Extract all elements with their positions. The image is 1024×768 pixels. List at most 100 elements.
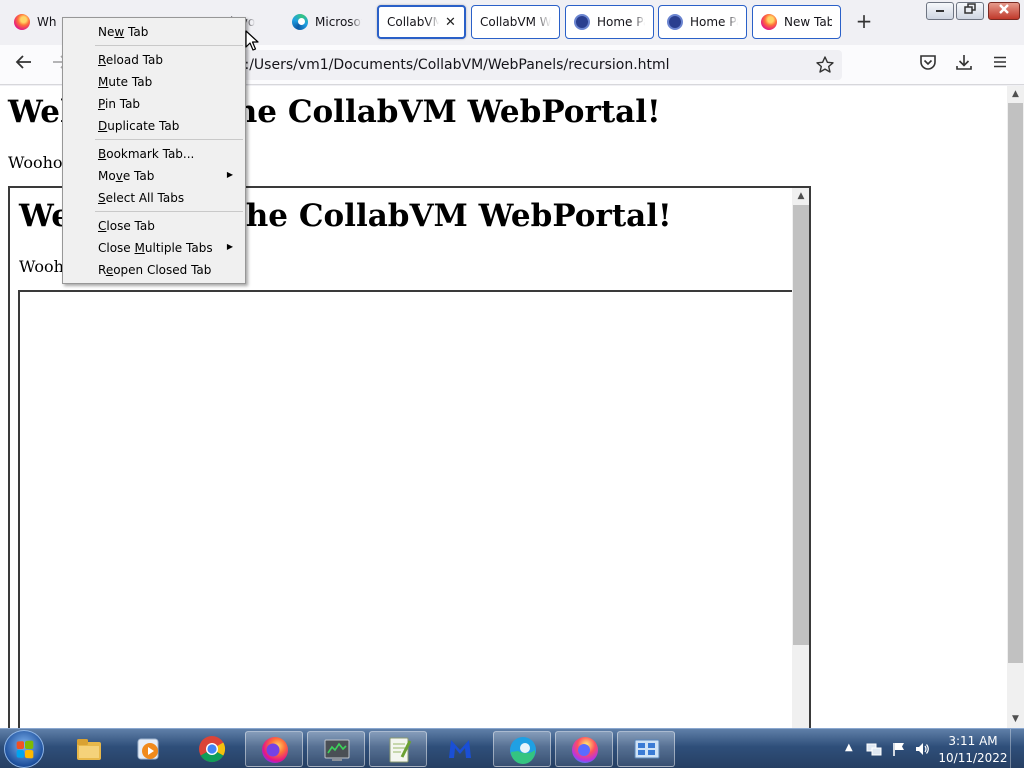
- taskbar-notepad-plus[interactable]: [369, 731, 427, 767]
- tab-label: Home Pa: [597, 15, 645, 29]
- menu-item-label: Move Tab: [98, 169, 155, 183]
- tab-context-menu: New Tab Reload Tab Mute Tab Pin Tab Dupl…: [62, 17, 246, 284]
- clock-date[interactable]: 10/11/2022: [933, 751, 1013, 765]
- scroll-up-arrow-icon[interactable]: ▲: [792, 188, 809, 205]
- url-text: /C:/Users/vm1/Documents/CollabVM/WebPane…: [230, 57, 670, 73]
- scroll-up-arrow-icon[interactable]: ▲: [1007, 86, 1024, 103]
- download-icon: [956, 55, 972, 70]
- menu-item-label: Duplicate Tab: [98, 119, 180, 133]
- show-desktop-button[interactable]: [1010, 729, 1024, 768]
- menu-item-label: Pin Tab: [98, 97, 141, 111]
- pbs-icon: [667, 14, 683, 30]
- menu-item-label: New Tab: [98, 25, 149, 39]
- mouse-cursor-icon: [245, 30, 259, 51]
- restore-button[interactable]: [956, 2, 984, 20]
- menu-item-bookmark-tab[interactable]: Bookmark Tab...: [65, 143, 243, 165]
- menu-item-select-all-tabs[interactable]: Select All Tabs: [65, 187, 243, 209]
- menu-item-label: Bookmark Tab...: [98, 147, 195, 161]
- back-button[interactable]: [12, 53, 36, 77]
- taskbar-chrome[interactable]: [183, 731, 241, 767]
- control-panel-icon: [634, 739, 660, 759]
- taskbar-media-player[interactable]: [120, 731, 178, 767]
- submenu-arrow-icon: ▶: [226, 170, 233, 179]
- firefox-icon: [262, 737, 288, 763]
- restore-icon: [964, 3, 976, 14]
- folder-icon: [77, 739, 101, 760]
- show-hidden-icons-button[interactable]: ▲: [845, 742, 853, 753]
- new-tab-button[interactable]: +: [852, 10, 876, 34]
- window-close-button[interactable]: [988, 2, 1020, 20]
- page-scrollbar[interactable]: ▲ ▼: [1007, 86, 1024, 728]
- hamburger-menu-icon: [994, 56, 1006, 68]
- tab[interactable]: New Tab: [752, 5, 841, 39]
- minimize-icon: [936, 10, 944, 12]
- submenu-arrow-icon: ▶: [226, 242, 233, 251]
- malwarebytes-icon: [449, 740, 471, 758]
- notepad-plus-icon: [389, 737, 412, 763]
- pocket-button[interactable]: [916, 53, 940, 77]
- menu-item-pin-tab[interactable]: Pin Tab: [65, 93, 243, 115]
- menu-item-label: Mute Tab: [98, 75, 153, 89]
- close-icon[interactable]: ✕: [445, 15, 456, 30]
- scrollbar-thumb[interactable]: [793, 205, 809, 645]
- menu-item-move-tab[interactable]: Move Tab ▶: [65, 165, 243, 187]
- downloads-button[interactable]: [952, 53, 976, 77]
- task-manager-icon: [324, 739, 350, 761]
- action-center-flag-icon[interactable]: [891, 741, 907, 757]
- menu-separator: [95, 45, 243, 46]
- tab[interactable]: Home Pa: [565, 5, 654, 39]
- volume-icon[interactable]: [914, 741, 930, 757]
- minimize-button[interactable]: [926, 2, 954, 20]
- menu-item-label: Close Tab: [98, 219, 155, 233]
- app-menu-button[interactable]: [988, 53, 1012, 77]
- tab-label: Home Pa: [690, 15, 738, 29]
- menu-item-reopen-closed-tab[interactable]: Reopen Closed Tab: [65, 259, 243, 281]
- taskbar-task-manager[interactable]: [307, 731, 365, 767]
- url-bar[interactable]: /C:/Users/vm1/Documents/CollabVM/WebPane…: [230, 50, 842, 80]
- iframe-level-2[interactable]: [18, 290, 798, 728]
- taskbar-firefox-dev[interactable]: [555, 731, 613, 767]
- menu-item-new-tab[interactable]: New Tab: [65, 21, 243, 43]
- menu-item-label: Close Multiple Tabs: [98, 241, 213, 255]
- taskbar-control-panel[interactable]: [617, 731, 675, 767]
- menu-item-label: Reopen Closed Tab: [98, 263, 212, 277]
- tab-label: New Tab: [784, 15, 832, 29]
- clock-time[interactable]: 3:11 AM: [933, 734, 1013, 748]
- menu-item-close-tab[interactable]: Close Tab: [65, 215, 243, 237]
- tab[interactable]: Microsoft: [284, 5, 370, 39]
- firefox-icon: [761, 14, 777, 30]
- menu-item-duplicate-tab[interactable]: Duplicate Tab: [65, 115, 243, 137]
- media-player-icon: [137, 738, 159, 760]
- tab[interactable]: Home Pa: [658, 5, 747, 39]
- menu-item-mute-tab[interactable]: Mute Tab: [65, 71, 243, 93]
- taskbar-file-explorer[interactable]: [60, 731, 118, 767]
- bookmark-star-icon[interactable]: [815, 55, 835, 75]
- edge-icon: [292, 14, 308, 30]
- taskbar-malwarebytes[interactable]: [431, 731, 489, 767]
- menu-item-label: Select All Tabs: [98, 191, 185, 205]
- tab[interactable]: What: [6, 5, 64, 39]
- network-icon[interactable]: [866, 741, 882, 757]
- firefox-icon: [14, 14, 30, 30]
- pocket-icon: [920, 55, 936, 70]
- menu-item-close-multiple-tabs[interactable]: Close Multiple Tabs ▶: [65, 237, 243, 259]
- menu-separator: [95, 139, 243, 140]
- menu-item-label: Reload Tab: [98, 53, 163, 67]
- scrollbar-thumb[interactable]: [1008, 103, 1023, 663]
- back-arrow-icon: [15, 55, 31, 69]
- tab-selected[interactable]: CollabVM W ✕: [377, 5, 466, 39]
- menu-item-reload-tab[interactable]: Reload Tab: [65, 49, 243, 71]
- scroll-down-arrow-icon[interactable]: ▼: [1007, 711, 1024, 728]
- firefox-icon: [572, 737, 598, 763]
- tab-label: CollabVM We: [480, 15, 551, 29]
- tab-label: Microsoft: [315, 15, 362, 29]
- start-button[interactable]: [4, 730, 44, 768]
- pbs-icon: [574, 14, 590, 30]
- tab[interactable]: CollabVM We: [471, 5, 560, 39]
- taskbar-firefox[interactable]: [245, 731, 303, 767]
- windows-logo-icon: [16, 740, 34, 759]
- iframe-scrollbar[interactable]: ▲: [792, 188, 809, 728]
- chrome-icon: [199, 736, 226, 763]
- taskbar-edge[interactable]: [493, 731, 551, 767]
- close-icon: [999, 4, 1009, 14]
